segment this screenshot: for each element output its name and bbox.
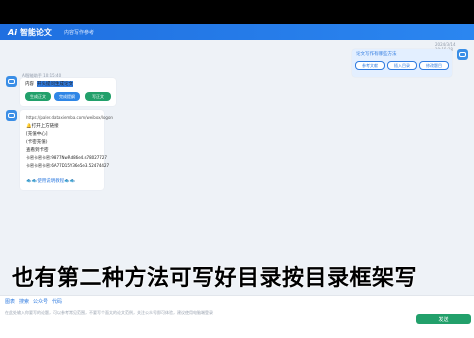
modify-title-button[interactable]: 修改题目 xyxy=(419,61,449,70)
logo-icon: Ai xyxy=(8,27,17,37)
card-code-1: 卡密卡密卡密:9877NwRd86e4.s78027727 xyxy=(26,155,107,160)
user-bubble: 论文写作有哪些方法 参考文献 插入目录 修改题目 xyxy=(352,49,452,77)
ai-bubble-1: 内容 开头提问生成论文 生成正文 完成提纲 写正文 xyxy=(20,78,116,106)
message-input[interactable]: 在此处输入你要写的论题，可以参考常见范围，不要写个面太的论文范例，关注公众号即可… xyxy=(5,310,213,316)
nav-label[interactable]: 内容写作参考 xyxy=(64,29,94,36)
ai-avatar xyxy=(6,76,17,87)
instruction-line-1: 🔔打开上方链接 xyxy=(26,124,59,129)
ai-highlight-text: 开头提问生成论文 xyxy=(37,81,73,87)
app-window: Ai 智能论文 内容写作参考 2024/3/14 10:15:38 论文写作有哪… xyxy=(0,24,474,338)
app-title: 智能论文 xyxy=(19,27,52,37)
app-logo[interactable]: Ai 智能论文 xyxy=(8,27,52,38)
login-link[interactable]: https://paler.dataxiemba.com/weibox/logo… xyxy=(26,115,113,120)
input-toolbar: 图表 搜索 公众号 代码 xyxy=(5,298,66,305)
references-button[interactable]: 参考文献 xyxy=(355,61,385,70)
ai-prefix: 内容 xyxy=(25,82,34,87)
tool-search[interactable]: 搜索 xyxy=(19,298,29,305)
user-text: 论文写作有哪些方法 xyxy=(356,52,397,57)
generate-body-button[interactable]: 生成正文 xyxy=(25,92,51,101)
ai-bubble-2: https://paler.dataxiemba.com/weibox/logo… xyxy=(20,110,113,190)
user-avatar xyxy=(457,49,468,60)
card-code-2: 卡密卡密卡密:6A77D15Y36e5e3.52474427 xyxy=(26,163,110,168)
tool-official-account[interactable]: 公众号 xyxy=(33,298,48,305)
tutorial-link[interactable]: 🐟🐟使用说明教程🐟🐟 xyxy=(26,178,75,184)
send-button[interactable]: 发送 xyxy=(416,314,471,324)
top-bar: Ai 智能论文 内容写作参考 xyxy=(0,24,474,40)
chat-area: 2024/3/14 10:15:38 论文写作有哪些方法 参考文献 插入目录 修… xyxy=(0,40,474,254)
video-caption: 也有第二种方法可写好目录按目录框架写 xyxy=(12,266,418,291)
tool-chart[interactable]: 图表 xyxy=(5,298,15,305)
tool-code[interactable]: 代码 xyxy=(52,298,62,305)
input-area: 图表 搜索 公众号 代码 在此处输入你要写的论题，可以参考常见范围，不要写个面太… xyxy=(0,295,474,338)
instruction-line-4: 查看到卡密 xyxy=(26,148,49,153)
complete-outline-button[interactable]: 完成提纲 xyxy=(54,92,80,101)
insert-toc-button[interactable]: 插入目录 xyxy=(387,61,417,70)
write-body-button[interactable]: 写正文 xyxy=(85,92,111,101)
instruction-line-3: (卡密充值) xyxy=(26,140,48,145)
ai-avatar-2 xyxy=(6,110,17,121)
instruction-line-2: [充值中心] xyxy=(26,132,48,137)
